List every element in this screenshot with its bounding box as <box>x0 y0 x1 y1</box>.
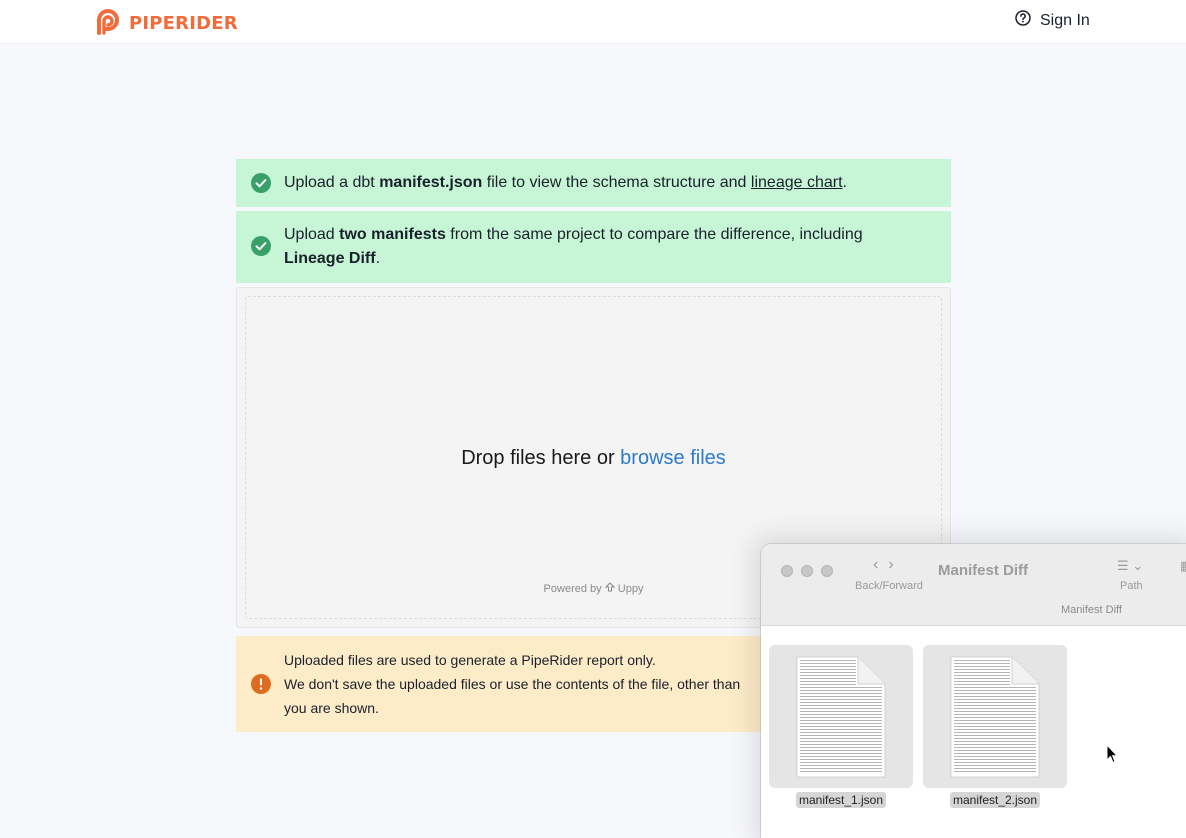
alert-bold-lineage-diff: Lineage Diff <box>284 250 376 267</box>
finder-window[interactable]: ‹ › Back/Forward Manifest Diff ☰ ⌄ Path … <box>761 544 1186 838</box>
info-alert-compare-manifests: Upload two manifests from the same proje… <box>236 211 951 283</box>
json-document-icon <box>950 656 1040 783</box>
finder-folder-name: Manifest Diff <box>1061 604 1122 616</box>
mouse-cursor-icon <box>1106 743 1119 769</box>
forward-arrow-icon[interactable]: › <box>888 556 893 574</box>
path-menu-icon[interactable]: ☰ ⌄ <box>1117 558 1143 574</box>
alert-text-part: Upload <box>284 226 340 243</box>
alert-bold-manifest: manifest.json <box>379 174 483 191</box>
drop-prompt: Drop files here or browse files <box>246 447 941 470</box>
alert-text-part: . <box>375 250 381 267</box>
json-document-icon <box>796 656 886 783</box>
finder-toolbar: ‹ › Back/Forward Manifest Diff ☰ ⌄ Path … <box>761 544 1186 626</box>
back-forward-buttons: ‹ › <box>873 556 894 574</box>
browse-files-link[interactable]: browse files <box>620 447 726 469</box>
info-alert-upload-manifest: Upload a dbt manifest.json file to view … <box>236 159 951 207</box>
sign-in-button[interactable]: Sign In <box>1015 10 1090 31</box>
file-item-manifest-1[interactable]: manifest_1.json <box>769 645 913 808</box>
file-name-label: manifest_1.json <box>795 792 887 808</box>
back-arrow-icon[interactable]: ‹ <box>873 556 878 574</box>
alert-text-part: from the same project to compare the dif… <box>445 226 863 243</box>
back-forward-label: Back/Forward <box>855 580 923 592</box>
powered-by-text: Powered by <box>543 583 602 595</box>
zoom-window-button[interactable] <box>821 565 833 577</box>
close-window-button[interactable] <box>781 565 793 577</box>
file-name-label: manifest_2.json <box>949 792 1041 808</box>
file-thumbnail <box>923 645 1067 788</box>
check-circle-icon <box>251 236 271 264</box>
alert-text: Upload a dbt manifest.json file to view … <box>284 171 931 195</box>
file-thumbnail <box>769 645 913 788</box>
sign-in-label: Sign In <box>1040 11 1090 29</box>
header: PIPERIDER Sign In <box>0 0 1186 44</box>
alert-text: Upload two manifests from the same proje… <box>284 223 931 271</box>
alert-bold-two-manifests: two manifests <box>339 226 446 243</box>
drop-prompt-text: Drop files here or <box>461 447 621 469</box>
finder-window-title: Manifest Diff <box>938 562 1028 579</box>
alert-text-part: . <box>842 174 847 191</box>
minimize-window-button[interactable] <box>801 565 813 577</box>
exclamation-circle-icon <box>251 674 271 701</box>
path-label: Path <box>1120 580 1143 592</box>
uppy-logo-icon <box>604 582 618 595</box>
lineage-chart-link[interactable]: lineage chart <box>751 174 843 191</box>
piperider-logo-icon <box>93 6 123 41</box>
warning-line-2: We don't save the uploaded files or use … <box>284 676 741 692</box>
check-circle-icon <box>251 173 271 201</box>
alert-text-part: Upload a dbt <box>284 174 380 191</box>
warning-line-3: you are shown. <box>284 700 379 716</box>
warning-text: Uploaded files are used to generate a Pi… <box>284 648 740 720</box>
view-options-icon[interactable]: ▦ <box>1180 558 1186 574</box>
help-circle-icon <box>1015 10 1031 31</box>
warning-line-1: Uploaded files are used to generate a Pi… <box>284 652 656 668</box>
alert-text-part: file to view the schema structure and <box>482 174 751 191</box>
logo[interactable]: PIPERIDER <box>93 6 238 41</box>
uppy-brand-text: Uppy <box>617 583 644 595</box>
logo-text: PIPERIDER <box>129 13 238 34</box>
file-item-manifest-2[interactable]: manifest_2.json <box>923 645 1067 808</box>
